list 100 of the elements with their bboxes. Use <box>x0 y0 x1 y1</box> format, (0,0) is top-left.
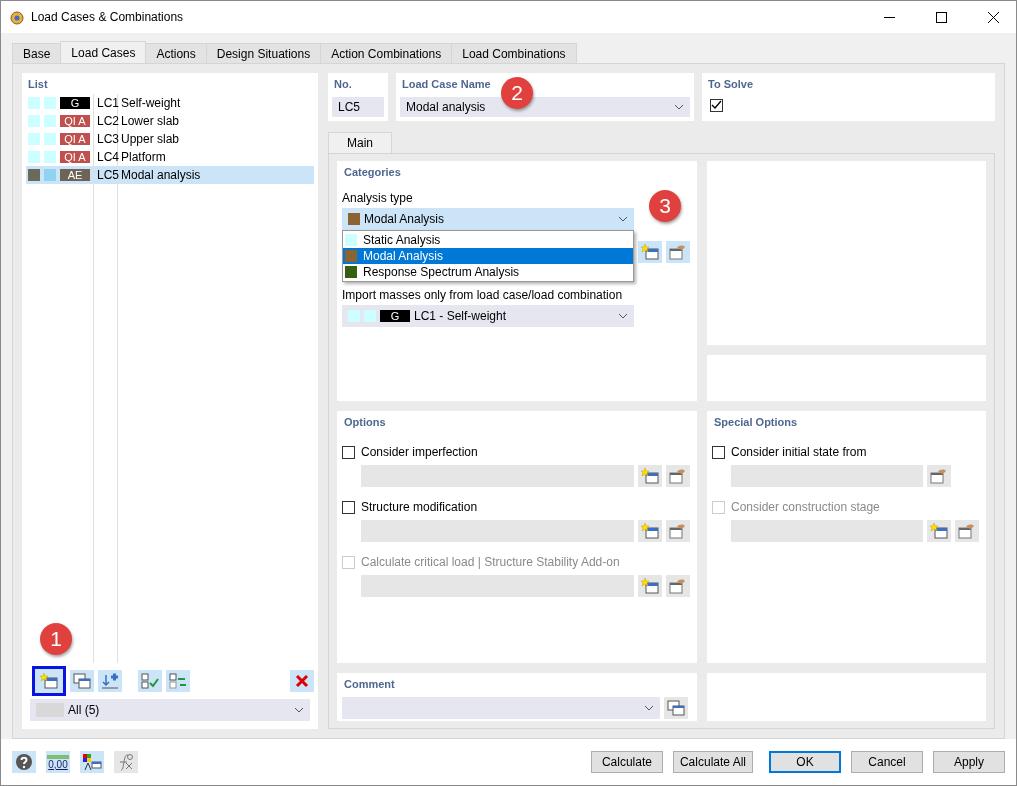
edit-window-icon <box>669 468 687 484</box>
toolbar-button[interactable] <box>666 575 690 597</box>
load-case-name: Modal analysis <box>121 168 201 182</box>
type-badge: QI A <box>60 133 90 145</box>
maximize-icon <box>935 11 947 23</box>
tab[interactable]: Action Combinations <box>320 43 453 63</box>
toolbar-button[interactable] <box>638 241 662 263</box>
option-label: Structure modification <box>361 500 478 514</box>
dropdown-option[interactable]: Response Spectrum Analysis <box>343 264 633 280</box>
new-window-icon <box>930 523 948 539</box>
toolbar-button[interactable] <box>32 666 66 696</box>
dialog-button[interactable]: Cancel <box>851 751 923 773</box>
toolbar-button[interactable] <box>664 697 688 719</box>
dialog-button[interactable]: Calculate <box>590 751 663 773</box>
input-field[interactable] <box>361 575 634 597</box>
copy-window-icon <box>73 673 91 689</box>
type-badge: G <box>380 310 410 322</box>
edit-window-icon <box>669 244 687 260</box>
toolbar-button[interactable] <box>70 670 94 692</box>
type-badge: QI A <box>60 151 90 163</box>
option-label: Consider imperfection <box>361 445 478 459</box>
chevron-icon <box>644 705 654 711</box>
checklist-icon <box>141 673 159 689</box>
number-label: No. <box>333 77 353 92</box>
dropdown-option[interactable]: Static Analysis <box>343 232 633 248</box>
toolbar-button[interactable] <box>638 575 662 597</box>
toolbar-button[interactable] <box>666 520 690 542</box>
import-masses-label: Import masses only from load case/load combination <box>342 288 624 302</box>
toolbar-button[interactable] <box>927 520 951 542</box>
new-window-icon <box>40 673 58 689</box>
tab[interactable]: Design Situations <box>205 43 322 63</box>
toolbar-button[interactable] <box>638 520 662 542</box>
type-badge: G <box>60 97 90 109</box>
option-label: Consider initial state from <box>731 445 867 459</box>
option-label: Consider construction stage <box>731 500 880 514</box>
checkbox[interactable] <box>342 445 355 459</box>
chevron-icon <box>618 313 628 319</box>
delete-button[interactable] <box>290 670 314 692</box>
formula-icon <box>117 753 135 771</box>
list-item[interactable]: QI A LC2 Lower slab <box>26 112 314 130</box>
help-icon <box>15 753 33 771</box>
comment-field[interactable] <box>342 697 660 719</box>
toolbar-button[interactable] <box>80 751 104 773</box>
toolbar-button[interactable] <box>12 751 36 773</box>
comment-heading: Comment <box>343 677 396 692</box>
new-window-icon <box>641 523 659 539</box>
list-item[interactable]: AE LC5 Modal analysis <box>26 166 314 184</box>
load-case-number: LC1 <box>97 96 119 110</box>
toolbar-button[interactable] <box>927 465 951 487</box>
checkbox[interactable] <box>342 500 355 514</box>
window-title: Load Cases & Combinations <box>31 10 185 24</box>
dropdown-option[interactable]: Modal Analysis <box>343 248 633 264</box>
load-case-number: LC3 <box>97 132 119 146</box>
edit-window-icon <box>930 468 948 484</box>
input-field[interactable] <box>731 465 923 487</box>
insert-arrow-icon <box>101 673 119 689</box>
filter-dropdown[interactable]: All (5) <box>30 699 310 721</box>
edit-window-icon <box>958 523 976 539</box>
input-field[interactable] <box>731 520 923 542</box>
input-field[interactable] <box>361 520 634 542</box>
special-options-heading: Special Options <box>713 415 799 430</box>
list-heading: List <box>27 77 49 92</box>
tab[interactable]: Main <box>328 132 392 153</box>
chevron-icon <box>294 707 304 713</box>
to-solve-label: To Solve <box>707 77 755 92</box>
option-label: Calculate critical load | Structure Stability Add-on <box>361 555 620 569</box>
toolbar-button[interactable] <box>955 520 979 542</box>
load-case-number: LC2 <box>97 114 119 128</box>
analysis-type-label: Analysis type <box>342 191 414 205</box>
dialog-button[interactable]: Calculate All <box>672 751 753 773</box>
import-masses-dropdown[interactable]: G LC1 - Self-weight <box>342 305 634 327</box>
dialog-button[interactable]: Apply <box>933 751 1005 773</box>
number-field[interactable]: LC5 <box>332 97 384 117</box>
dialog-button[interactable]: OK <box>769 751 841 773</box>
tab[interactable]: Base <box>12 43 62 63</box>
load-case-name: Self-weight <box>121 96 181 110</box>
list-item[interactable]: QI A LC3 Upper slab <box>26 130 314 148</box>
chevron-icon <box>674 104 684 110</box>
new-window-icon <box>641 578 659 594</box>
new-window-icon <box>641 244 659 260</box>
close-icon <box>987 11 999 23</box>
options-heading: Options <box>343 415 387 430</box>
list-item[interactable]: G LC1 Self-weight <box>26 94 314 112</box>
toolbar-button[interactable] <box>666 465 690 487</box>
categories-heading: Categories <box>343 165 402 180</box>
toolbar-button[interactable] <box>638 465 662 487</box>
toolbar-button[interactable] <box>666 241 690 263</box>
delete-icon <box>295 674 309 688</box>
new-window-icon <box>641 468 659 484</box>
load-case-name: Upper slab <box>121 132 180 146</box>
tab[interactable]: Load Combinations <box>451 43 577 63</box>
app-icon <box>9 9 25 25</box>
tab[interactable]: Actions <box>145 43 207 63</box>
load-case-number: LC5 <box>97 168 119 182</box>
chevron-icon <box>618 216 628 222</box>
checkbox[interactable] <box>712 445 725 459</box>
units-button[interactable]: 0,00 <box>46 751 70 773</box>
checklist-toggle-icon <box>169 673 187 689</box>
to-solve-checkbox[interactable] <box>710 99 723 112</box>
input-field[interactable] <box>361 465 634 487</box>
